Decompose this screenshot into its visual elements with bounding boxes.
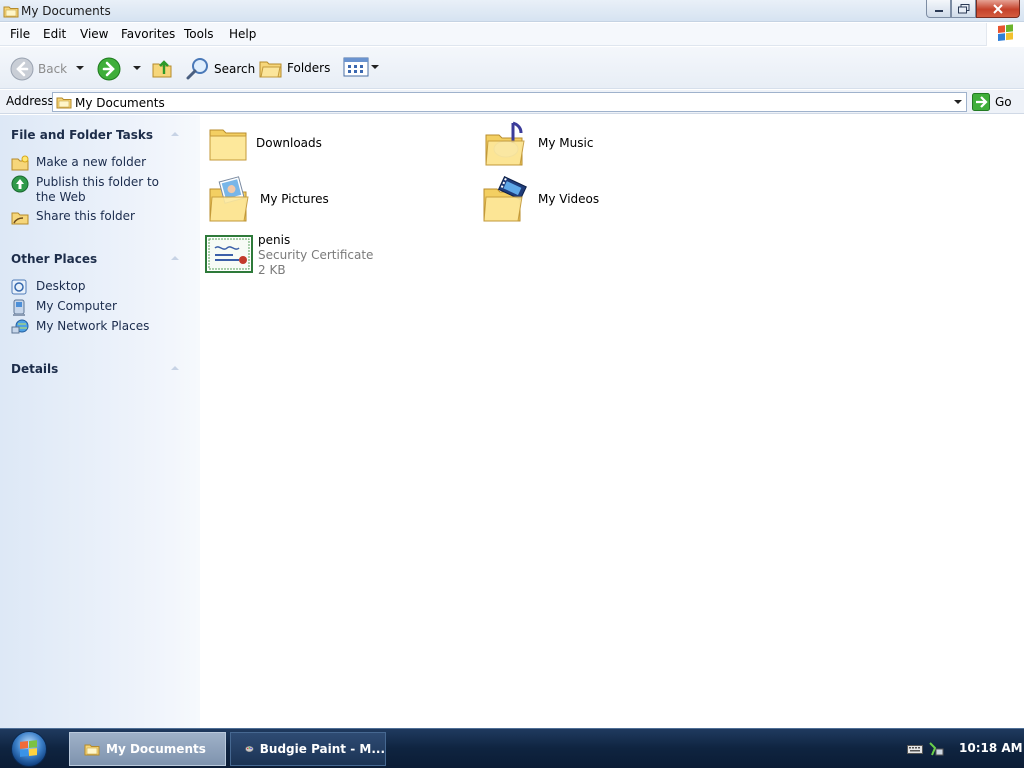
folder-icon bbox=[3, 4, 19, 21]
folders-button[interactable]: Folders bbox=[259, 57, 330, 79]
taskbar-item-budgie-paint[interactable]: Budgie Paint - M... bbox=[230, 732, 386, 766]
address-value: My Documents bbox=[75, 96, 165, 110]
new-folder-icon bbox=[11, 155, 29, 171]
network-globe-icon bbox=[11, 319, 29, 335]
search-button[interactable]: Search bbox=[186, 57, 255, 81]
address-label: Address bbox=[6, 94, 54, 108]
desktop-icon bbox=[11, 279, 29, 295]
network-status-icon[interactable] bbox=[928, 741, 944, 760]
paint-icon bbox=[245, 745, 254, 753]
address-input[interactable]: My Documents bbox=[52, 92, 967, 112]
back-button[interactable]: Back bbox=[10, 57, 67, 81]
item-downloads[interactable]: Downloads bbox=[208, 124, 322, 162]
clock[interactable]: 10:18 AM bbox=[959, 741, 1023, 755]
views-dropdown-arrow[interactable] bbox=[371, 65, 379, 69]
taskbar-item-my-documents[interactable]: My Documents bbox=[69, 732, 226, 766]
certificate-type: Security Certificate bbox=[258, 248, 374, 262]
back-arrow-icon bbox=[10, 57, 34, 81]
folders-icon bbox=[259, 61, 282, 78]
up-folder-icon bbox=[152, 60, 172, 78]
restore-button[interactable] bbox=[951, 0, 976, 18]
music-folder-icon bbox=[485, 121, 525, 166]
start-button[interactable] bbox=[11, 731, 47, 767]
forward-arrow-icon bbox=[97, 57, 121, 81]
item-my-pictures[interactable]: My Pictures bbox=[208, 175, 329, 223]
file-folder-tasks-title[interactable]: File and Folder Tasks bbox=[11, 128, 153, 142]
keyboard-icon[interactable] bbox=[907, 743, 923, 758]
collapse-chevron-icon[interactable] bbox=[170, 130, 179, 138]
certificate-name: penis bbox=[258, 233, 291, 247]
place-my-computer[interactable]: My Computer bbox=[11, 299, 176, 316]
go-button[interactable]: Go bbox=[972, 93, 1012, 111]
my-documents-icon bbox=[56, 95, 72, 112]
expand-chevron-icon[interactable] bbox=[170, 364, 179, 372]
go-label: Go bbox=[995, 95, 1012, 109]
menu-favorites[interactable]: Favorites bbox=[121, 27, 175, 41]
menu-bar: File Edit View Favorites Tools Help bbox=[0, 23, 1024, 46]
search-label: Search bbox=[214, 62, 256, 76]
place-desktop[interactable]: Desktop bbox=[11, 279, 176, 295]
details-title[interactable]: Details bbox=[11, 362, 58, 376]
windows-flag-icon bbox=[20, 740, 37, 757]
task-make-new-folder[interactable]: Make a new folder bbox=[11, 155, 176, 171]
certificate-size: 2 KB bbox=[258, 263, 286, 277]
task-publish-to-web[interactable]: Publish this folder to the Web bbox=[11, 175, 176, 205]
forward-button[interactable] bbox=[97, 57, 121, 81]
folder-icon bbox=[209, 129, 247, 161]
collapse-chevron-icon[interactable] bbox=[170, 254, 179, 262]
back-dropdown[interactable] bbox=[76, 66, 84, 70]
place-my-network-places[interactable]: My Network Places bbox=[11, 319, 176, 335]
item-certificate[interactable]: penis Security Certificate 2 KB bbox=[205, 233, 373, 278]
computer-icon bbox=[11, 299, 29, 316]
windows-logo-icon bbox=[986, 23, 1024, 46]
close-button[interactable] bbox=[976, 0, 1020, 18]
address-dropdown-button[interactable] bbox=[950, 93, 966, 111]
minimize-button[interactable] bbox=[926, 0, 951, 18]
taskbar: My Documents Budgie Paint - M... 10:18 A… bbox=[0, 728, 1024, 768]
menu-view[interactable]: View bbox=[80, 27, 108, 41]
pictures-folder-icon bbox=[209, 176, 249, 222]
forward-dropdown[interactable] bbox=[133, 66, 141, 70]
window-title: My Documents bbox=[21, 4, 111, 18]
security-certificate-icon bbox=[205, 235, 253, 273]
other-places-title[interactable]: Other Places bbox=[11, 252, 97, 266]
folder-icon bbox=[84, 744, 100, 756]
menu-help[interactable]: Help bbox=[229, 27, 256, 41]
task-pane: File and Folder Tasks Make a new folder … bbox=[0, 115, 200, 728]
menu-file[interactable]: File bbox=[10, 27, 30, 41]
task-share-folder[interactable]: Share this folder bbox=[11, 209, 176, 225]
toolbar: Back Search Folders bbox=[0, 47, 1024, 89]
share-folder-icon bbox=[11, 209, 29, 225]
videos-folder-icon bbox=[483, 176, 527, 222]
address-bar: Address My Documents Go bbox=[0, 90, 1024, 114]
search-icon bbox=[186, 58, 208, 80]
views-icon bbox=[343, 57, 369, 77]
menu-tools[interactable]: Tools bbox=[184, 27, 214, 41]
views-button[interactable] bbox=[343, 57, 379, 77]
folders-label: Folders bbox=[287, 61, 331, 75]
publish-web-icon bbox=[11, 175, 29, 193]
title-bar[interactable]: My Documents bbox=[0, 0, 1024, 22]
go-arrow-icon bbox=[972, 93, 990, 111]
file-list: Downloads My Music My Pictures My Videos… bbox=[200, 115, 1024, 728]
back-label: Back bbox=[38, 62, 68, 76]
item-my-music[interactable]: My Music bbox=[484, 119, 593, 167]
menu-edit[interactable]: Edit bbox=[43, 27, 66, 41]
certificate-info: penis Security Certificate 2 KB bbox=[258, 233, 373, 278]
item-my-videos[interactable]: My Videos bbox=[482, 175, 599, 223]
up-folder-button[interactable] bbox=[151, 57, 173, 79]
